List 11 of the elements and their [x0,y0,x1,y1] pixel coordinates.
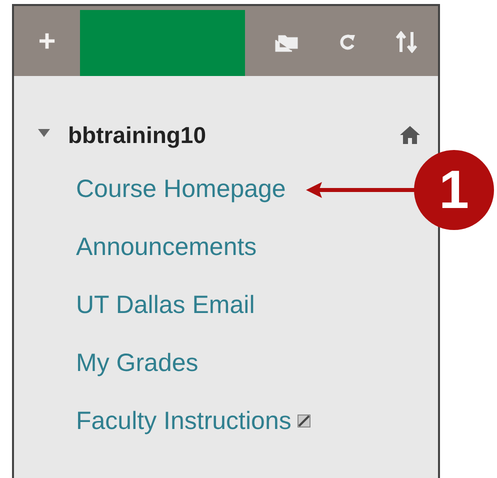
step-number-badge: 1 [414,150,494,230]
course-name: bbtraining10 [68,122,208,148]
menu-link[interactable]: Course Homepage [76,174,286,204]
sort-icon[interactable] [394,31,418,53]
menu-link[interactable]: Announcements [76,232,257,262]
menu-link[interactable]: My Grades [76,348,198,378]
add-button[interactable]: + [14,8,80,76]
menu-link[interactable]: UT Dallas Email [76,290,255,320]
home-icon[interactable] [400,126,420,144]
menu-link[interactable]: Faculty Instructions [76,406,292,436]
refresh-icon[interactable] [338,32,356,52]
